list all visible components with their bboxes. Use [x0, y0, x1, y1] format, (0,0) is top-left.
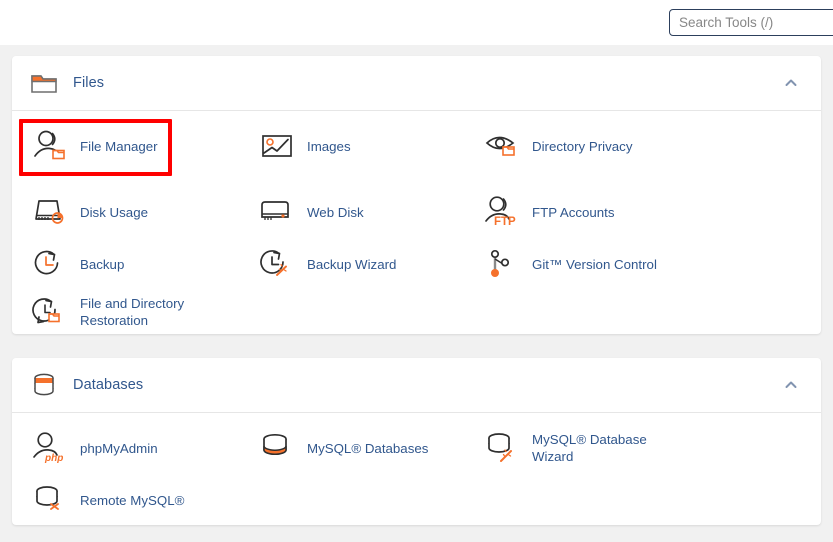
tool-label: Git™ Version Control — [532, 256, 657, 272]
tool-label: FTP Accounts — [532, 204, 615, 220]
tool-label: Remote MySQL® — [80, 492, 185, 508]
databases-panel-header[interactable]: Databases — [12, 358, 821, 413]
file-manager-icon — [30, 125, 70, 167]
file-directory-restoration-icon — [30, 291, 70, 333]
files-panel-header[interactable]: Files — [12, 56, 821, 111]
backup-wizard-icon — [257, 243, 297, 285]
search-tools-container — [669, 9, 833, 36]
tool-images[interactable]: Images — [257, 125, 351, 167]
tool-label: File Manager — [80, 138, 158, 154]
tool-label: Web Disk — [307, 204, 364, 220]
databases-item-grid: php phpMyAdmin MySQL® Databases MySQL® D… — [12, 413, 821, 525]
tool-label: phpMyAdmin — [80, 440, 158, 456]
git-version-control-icon — [482, 243, 522, 285]
svg-text:FTP: FTP — [494, 216, 516, 228]
tool-label: Disk Usage — [80, 204, 148, 220]
tool-backup-wizard[interactable]: Backup Wizard — [257, 243, 396, 285]
svg-text:php: php — [44, 453, 63, 464]
cpanel-page: Files — [0, 0, 833, 542]
files-item-grid: File Manager Images Directory Privacy Di… — [12, 111, 821, 333]
backup-icon — [30, 243, 70, 285]
tool-directory-privacy[interactable]: Directory Privacy — [482, 125, 632, 167]
tool-label: Backup Wizard — [307, 256, 397, 272]
remote-mysql-icon — [30, 479, 70, 521]
tool-mysql-databases[interactable]: MySQL® Databases — [257, 427, 428, 469]
tool-label: Backup — [80, 256, 125, 272]
tool-backup[interactable]: Backup — [30, 243, 124, 285]
tool-label: Directory Privacy — [532, 138, 633, 154]
tool-git-version-control[interactable]: Git™ Version Control — [482, 243, 657, 285]
chevron-up-icon[interactable] — [783, 75, 799, 91]
tool-ftp-accounts[interactable]: FTP FTP Accounts — [482, 191, 615, 233]
tool-label: File and Directory Restoration — [80, 296, 185, 328]
phpmyadmin-icon: php — [30, 427, 70, 469]
chevron-up-icon[interactable] — [783, 377, 799, 393]
top-bar — [0, 0, 833, 45]
tool-phpmyadmin[interactable]: php phpMyAdmin — [30, 427, 158, 469]
tool-disk-usage[interactable]: Disk Usage — [30, 191, 148, 233]
tool-label: MySQL® Databases — [307, 440, 429, 456]
database-icon — [27, 368, 61, 402]
tool-remote-mysql[interactable]: Remote MySQL® — [30, 479, 184, 521]
mysql-databases-icon — [257, 427, 297, 469]
disk-usage-icon — [30, 191, 70, 233]
tool-file-manager[interactable]: File Manager — [30, 125, 158, 167]
mysql-database-wizard-icon — [482, 427, 522, 469]
directory-privacy-icon — [482, 125, 522, 167]
tool-mysql-database-wizard[interactable]: MySQL® Database Wizard — [482, 427, 682, 469]
images-icon — [257, 125, 297, 167]
ftp-accounts-icon: FTP — [482, 191, 522, 233]
databases-panel-title: Databases — [73, 377, 144, 393]
folder-icon — [27, 66, 61, 100]
tool-web-disk[interactable]: Web Disk — [257, 191, 364, 233]
databases-panel: Databases php phpMyAdmin MySQL® Database… — [12, 358, 821, 525]
tool-label: Images — [307, 138, 351, 154]
files-panel: Files File Manager Images Directory Priv… — [12, 56, 821, 334]
files-panel-title: Files — [73, 75, 105, 91]
tool-label: MySQL® Database Wizard — [532, 432, 647, 464]
web-disk-icon — [257, 191, 297, 233]
search-input[interactable] — [669, 9, 833, 36]
tool-file-directory-restoration[interactable]: File and Directory Restoration — [30, 291, 230, 333]
